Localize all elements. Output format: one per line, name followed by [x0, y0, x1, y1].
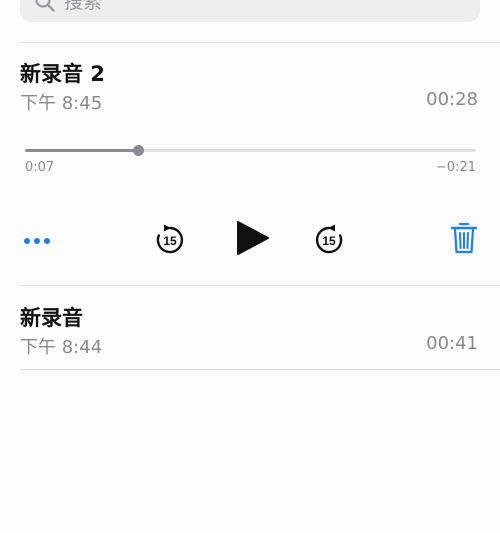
recording-time: 下午 8:45: [20, 93, 103, 114]
skip-back-15-icon: 15: [152, 222, 188, 262]
delete-button[interactable]: [448, 222, 480, 258]
skip-forward-button[interactable]: 15: [311, 224, 347, 260]
divider: [20, 285, 500, 286]
divider: [20, 369, 500, 370]
recording-duration: 00:28: [426, 89, 478, 110]
skip-forward-15-icon: 15: [311, 222, 347, 262]
voice-memos-screen: 搜索 新录音 2 下午 8:45 00:28 0:07 −0:21 15 15 …: [0, 0, 500, 533]
skip-back-seconds: 15: [163, 234, 177, 248]
search-icon: [34, 0, 56, 13]
recording-title: 新录音: [20, 306, 83, 330]
more-dots-icon: [22, 231, 52, 250]
search-bar[interactable]: 搜索: [20, 0, 480, 22]
recording-title: 新录音 2: [20, 62, 105, 86]
search-input[interactable]: 搜索: [64, 0, 102, 13]
play-button[interactable]: [232, 220, 272, 260]
divider: [20, 42, 500, 43]
scrubber-handle[interactable]: [132, 145, 144, 156]
recording-duration: 00:41: [426, 333, 478, 354]
trash-icon: [450, 221, 478, 259]
scrubber-progress: [25, 149, 138, 152]
remaining-time: −0:21: [435, 160, 476, 175]
recording-time: 下午 8:44: [20, 337, 103, 358]
skip-back-button[interactable]: 15: [152, 224, 188, 260]
elapsed-time: 0:07: [25, 160, 55, 175]
more-options-button[interactable]: [20, 226, 54, 254]
play-icon: [232, 218, 272, 262]
playback-scrubber[interactable]: [25, 145, 476, 156]
skip-forward-seconds: 15: [322, 234, 336, 248]
